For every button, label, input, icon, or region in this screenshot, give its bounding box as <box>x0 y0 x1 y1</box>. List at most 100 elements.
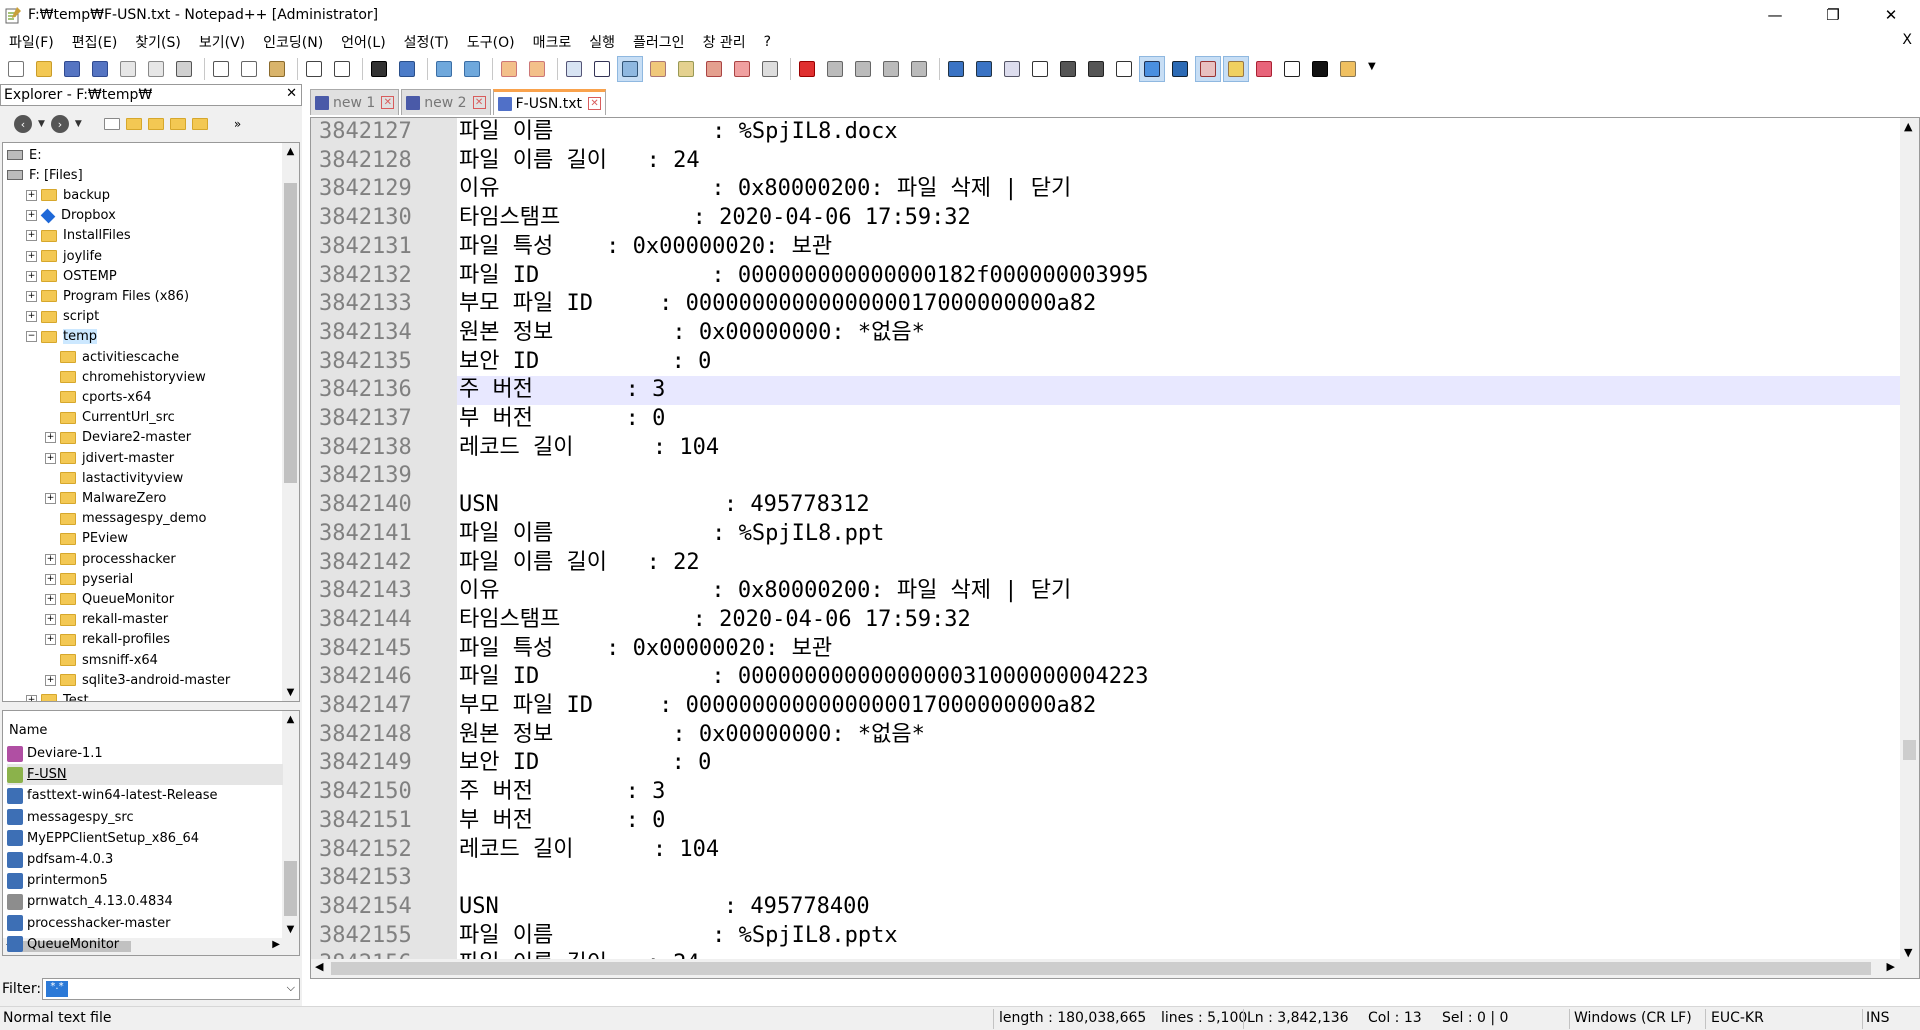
menu-item-9[interactable]: 실행 <box>580 32 624 52</box>
monitoring-icon[interactable] <box>758 57 782 81</box>
tree-item[interactable]: + rekall-master <box>45 610 168 630</box>
expand-icon[interactable]: + <box>45 614 56 626</box>
tree-item[interactable]: + Deviare2-master <box>45 428 191 448</box>
editor-line[interactable]: 3842141 파일 이름 : %SpjIL8.ppt <box>311 520 1901 549</box>
text-editor[interactable]: 3842127 파일 이름 : %SpjIL8.docx 3842128 파일 이름 … <box>310 117 1920 979</box>
line-text[interactable]: 파일 이름 : %SpjIL8.pptx <box>457 922 1901 951</box>
editor-line[interactable]: 3842136 주 버전 : 3 <box>311 376 1901 405</box>
editor-scroll-thumb[interactable] <box>1903 740 1916 760</box>
tab-close-icon[interactable]: ✕ <box>588 97 602 110</box>
plugin-d-icon[interactable] <box>1028 57 1052 81</box>
tree-scrollbar[interactable]: ▲ ▼ <box>282 143 299 701</box>
expand-icon[interactable]: + <box>26 270 37 282</box>
filter-combobox[interactable]: *.* ⌵ <box>42 978 300 1000</box>
tree-item[interactable]: chromehistoryview <box>45 367 206 387</box>
tree-item[interactable]: + joylife <box>26 246 102 266</box>
editor-line[interactable]: 3842145 파일 특성 : 0x00000020: 보관 <box>311 635 1901 664</box>
tab-close-icon[interactable]: ✕ <box>381 96 395 109</box>
replace-icon[interactable] <box>395 57 419 81</box>
line-text[interactable]: 보안 ID : 0 <box>457 749 1901 778</box>
editor-vscrollbar[interactable]: ▲ ▼ <box>1900 118 1919 961</box>
tab-close-icon[interactable]: ✕ <box>472 96 486 109</box>
editor-line[interactable]: 3842133 부모 파일 ID : 0000000000000000017000… <box>311 290 1901 319</box>
file-list-item[interactable]: QueueMonitor <box>7 934 119 955</box>
tree-item[interactable]: + OSTEMP <box>26 266 117 286</box>
spell-check-icon[interactable] <box>1195 56 1221 82</box>
editor-line[interactable]: 3842151 부 버전 : 0 <box>311 807 1901 836</box>
back-icon[interactable]: ‹ <box>14 115 32 133</box>
line-text[interactable]: 부 버전 : 0 <box>457 807 1901 836</box>
find-icon[interactable] <box>367 57 391 81</box>
expand-icon[interactable]: + <box>26 290 37 302</box>
tree-item[interactable]: + MalwareZero <box>45 488 166 508</box>
file-list-scroll-thumb[interactable] <box>284 861 297 916</box>
tree-item[interactable]: lastactivityview <box>45 468 183 488</box>
file-list-item[interactable]: prnwatch_4.13.0.4834 <box>7 891 173 912</box>
stop-macro-icon[interactable] <box>823 57 847 81</box>
scroll-left-icon[interactable]: ◀ <box>315 960 323 973</box>
file-list-item[interactable]: Deviare-1.1 <box>7 743 103 764</box>
expand-icon[interactable]: + <box>26 189 37 201</box>
name-column-header[interactable]: Name <box>3 711 283 741</box>
scroll-down-icon[interactable]: ▼ <box>282 921 299 938</box>
tree-item[interactable]: + QueueMonitor <box>45 589 174 609</box>
file-list-item[interactable]: fasttext-win64-latest-Release <box>7 785 218 806</box>
sync-horizontal-icon[interactable] <box>525 57 549 81</box>
tab-2[interactable]: F-USN.txt ✕ <box>492 89 607 115</box>
collapse-icon[interactable]: − <box>26 331 37 343</box>
scroll-up-icon[interactable]: ▲ <box>1904 120 1912 133</box>
expand-icon[interactable]: + <box>45 553 56 565</box>
tree-item[interactable]: smsniff-x64 <box>45 650 158 670</box>
line-text[interactable]: 레코드 길이 : 104 <box>457 434 1901 463</box>
tree-item[interactable]: E: <box>7 145 42 165</box>
editor-line[interactable]: 3842131 파일 특성 : 0x00000020: 보관 <box>311 233 1901 262</box>
explorer-close-button[interactable]: ✕ <box>286 86 297 101</box>
editor-line[interactable]: 3842129 이유 : 0x80000200: 파일 삭제 | 닫기 <box>311 175 1901 204</box>
menu-item-1[interactable]: 편집(E) <box>63 32 127 52</box>
line-text[interactable]: 주 버전 : 3 <box>457 376 1901 405</box>
expand-icon[interactable]: + <box>26 210 37 222</box>
open-folder-icon[interactable] <box>147 118 164 130</box>
line-text[interactable] <box>457 864 1901 893</box>
menu-item-0[interactable]: 파일(F) <box>0 32 63 52</box>
tree-item[interactable]: + rekall-profiles <box>45 630 170 650</box>
word-wrap-icon[interactable] <box>562 57 586 81</box>
menu-item-12[interactable]: ? <box>755 34 780 50</box>
tree-item[interactable]: + pyserial <box>45 569 133 589</box>
line-text[interactable]: 이유 : 0x80000200: 파일 삭제 | 닫기 <box>457 175 1901 204</box>
editor-line[interactable]: 3842128 파일 이름 길이 : 24 <box>311 147 1901 176</box>
close-document-button[interactable]: X <box>1902 32 1912 48</box>
show-all-chars-icon[interactable] <box>590 57 614 81</box>
filter-value[interactable]: *.* <box>46 981 68 997</box>
zoom-in-icon[interactable] <box>432 57 456 81</box>
menu-item-11[interactable]: 창 관리 <box>694 32 755 52</box>
editor-line[interactable]: 3842146 파일 ID : 0000000000000000031000000… <box>311 663 1901 692</box>
expand-icon[interactable]: + <box>45 593 56 605</box>
scroll-down-icon[interactable]: ▼ <box>282 684 299 701</box>
editor-line[interactable]: 3842139 <box>311 462 1901 491</box>
editor-line[interactable]: 3842147 부모 파일 ID : 0000000000000000017000… <box>311 692 1901 721</box>
cut-icon[interactable] <box>209 57 233 81</box>
editor-hscroll-thumb[interactable] <box>331 962 1871 975</box>
editor-line[interactable]: 3842148 원본 정보 : 0x00000000: *없음* <box>311 721 1901 750</box>
expand-icon[interactable]: + <box>26 230 37 242</box>
redo-icon[interactable] <box>330 57 354 81</box>
plugin-a-icon[interactable] <box>944 57 968 81</box>
print-icon[interactable] <box>172 57 196 81</box>
tree-item[interactable]: + Program Files (x86) <box>26 286 189 306</box>
tree-item[interactable]: + InstallFiles <box>26 226 131 246</box>
menu-item-5[interactable]: 언어(L) <box>332 32 394 52</box>
menu-item-8[interactable]: 매크로 <box>524 32 581 52</box>
new-folder-icon[interactable] <box>125 118 142 130</box>
tree-item[interactable]: CurrentUrl_src <box>45 408 175 428</box>
line-text[interactable]: 원본 정보 : 0x00000000: *없음* <box>457 721 1901 750</box>
menu-item-6[interactable]: 설정(T) <box>395 32 458 52</box>
run-macro-icon[interactable] <box>879 57 903 81</box>
tree-item[interactable]: + sqlite3-android-master <box>45 670 230 690</box>
forward-dropdown-icon[interactable]: ▼ <box>75 119 82 129</box>
plugin-h-icon[interactable] <box>1223 56 1249 82</box>
tree-item[interactable]: activitiescache <box>45 347 179 367</box>
folder-workspace-icon[interactable] <box>730 57 754 81</box>
plugin-b-icon[interactable] <box>972 57 996 81</box>
file-list-item[interactable]: F-USN <box>7 764 283 786</box>
